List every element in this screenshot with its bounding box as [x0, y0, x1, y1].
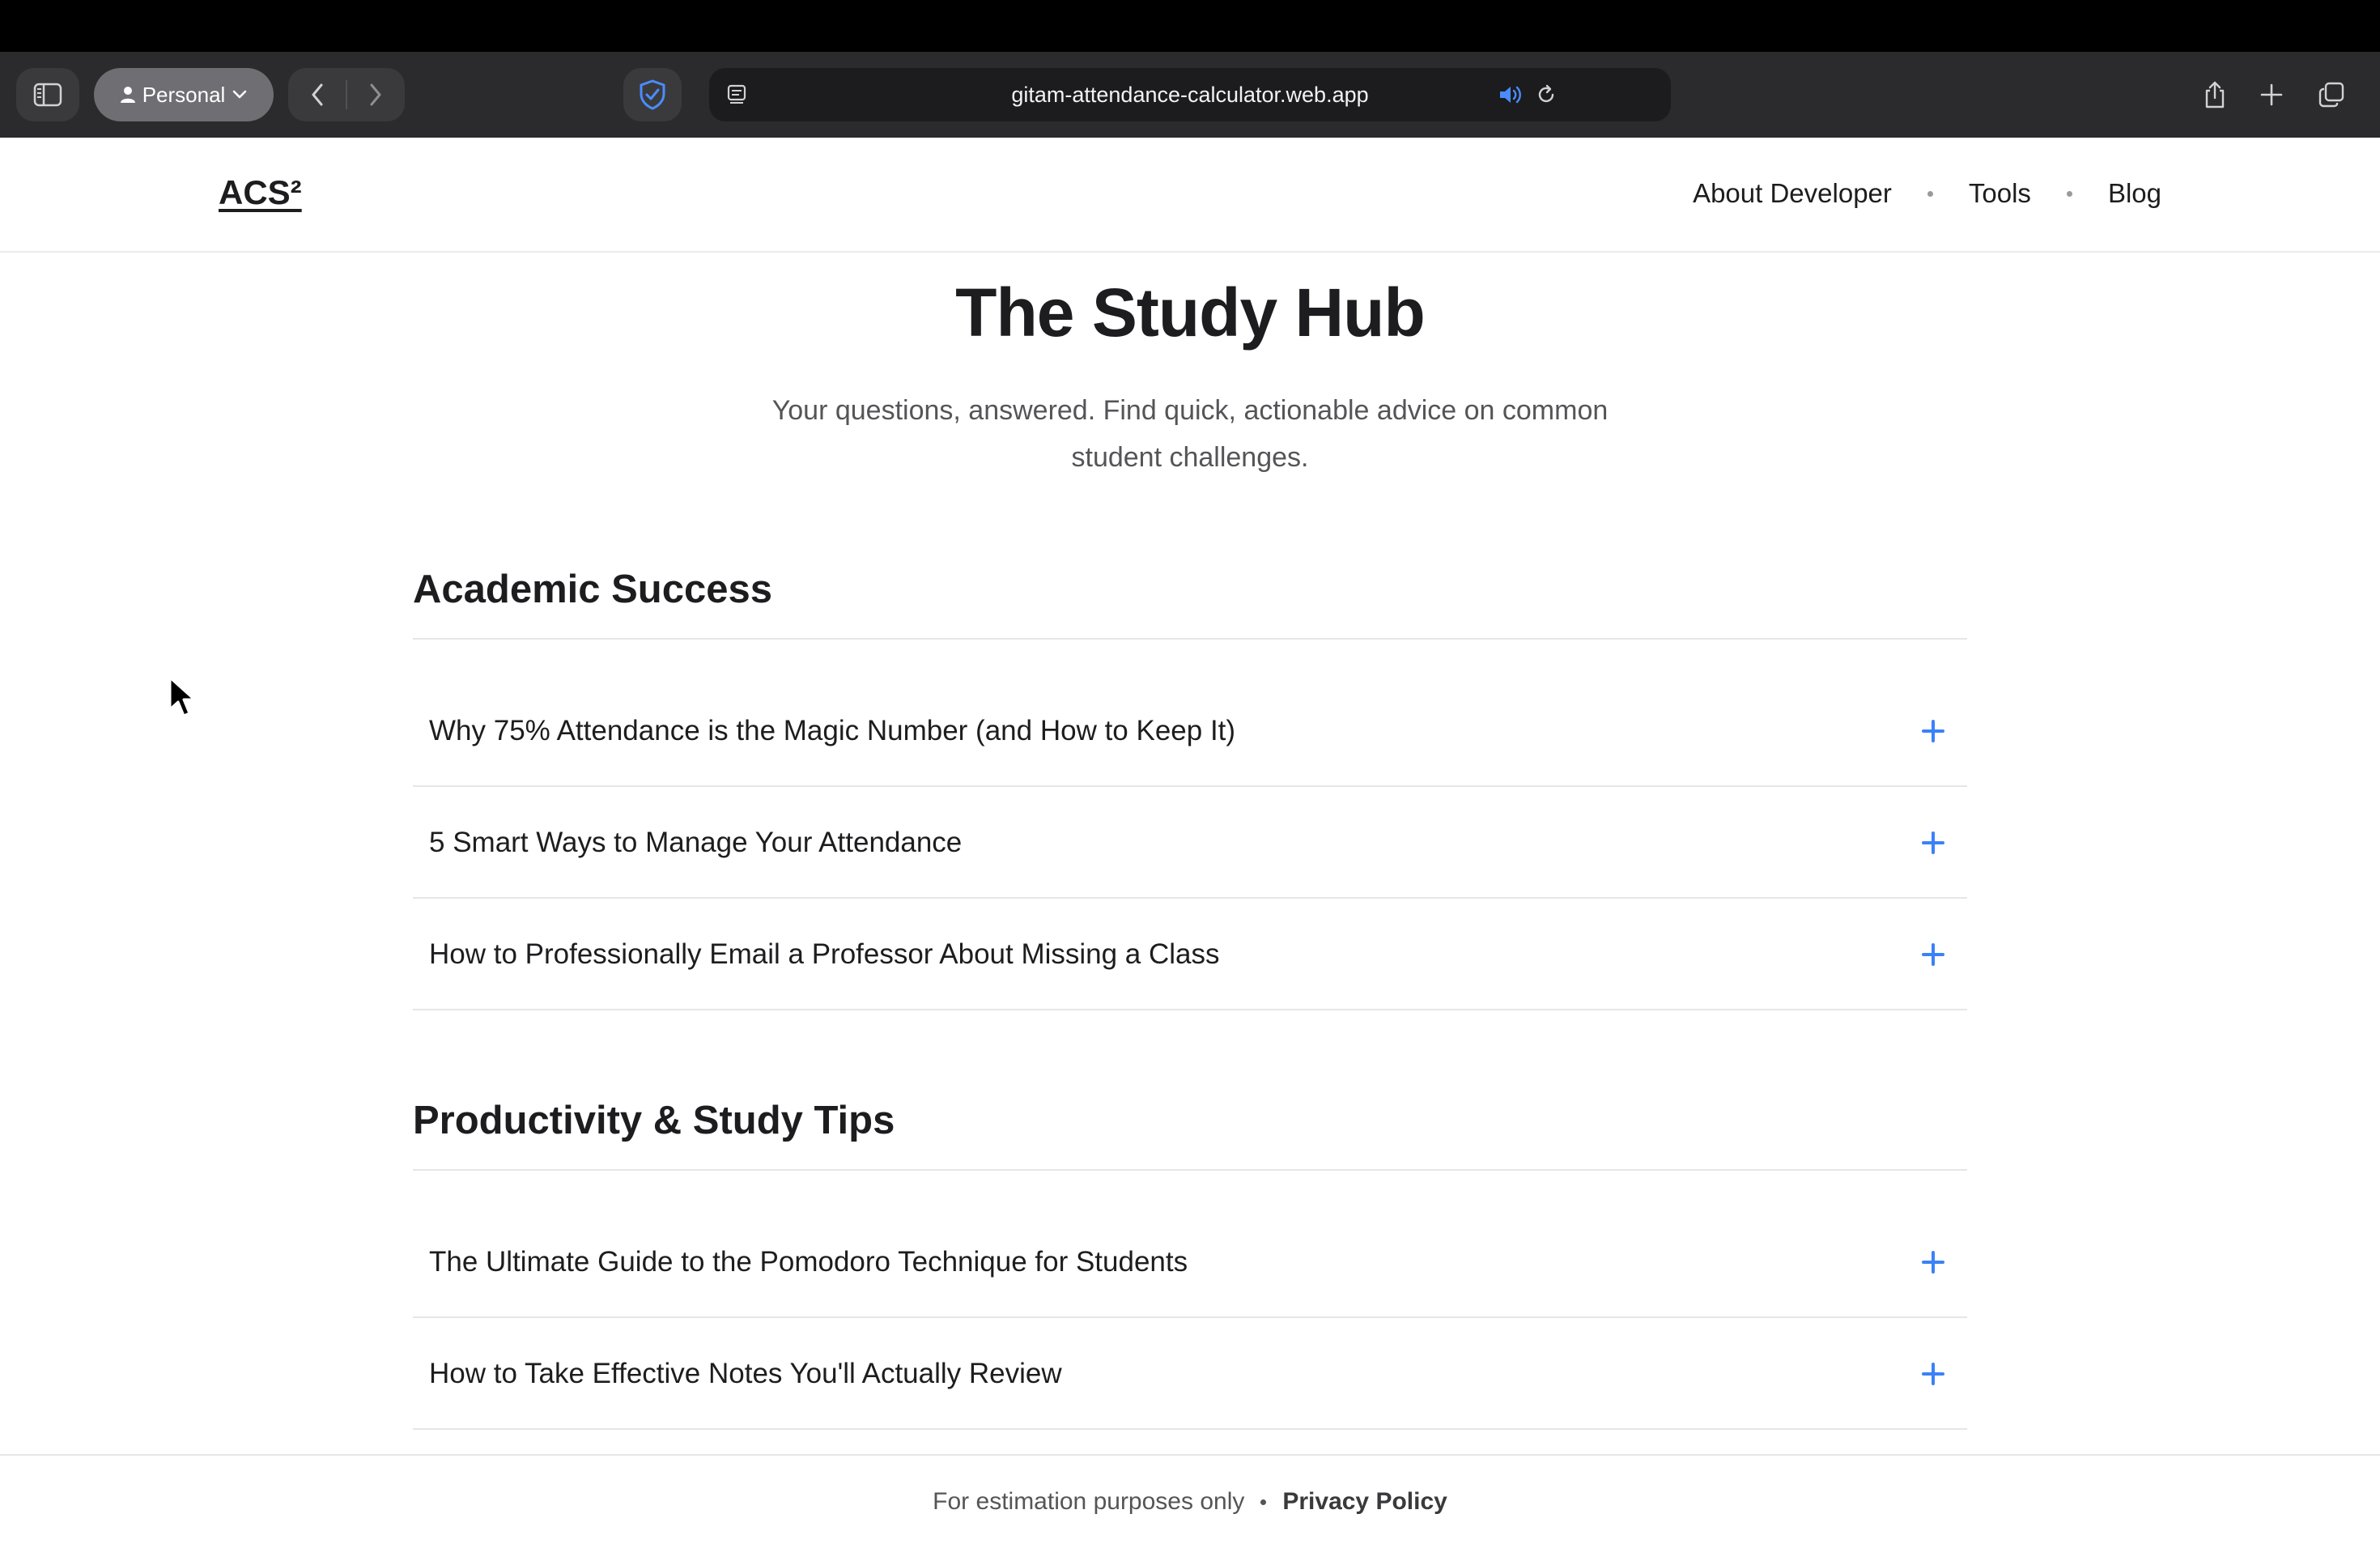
share-button[interactable]	[2191, 68, 2239, 121]
faq-question: The Ultimate Guide to the Pomodoro Techn…	[429, 1246, 1188, 1278]
footer-separator-dot	[1260, 1499, 1267, 1505]
sidebar-icon	[33, 83, 62, 107]
new-tab-icon	[2259, 83, 2284, 107]
profile-button[interactable]: Personal	[94, 68, 274, 121]
shield-icon	[639, 79, 666, 110]
faq-item[interactable]: 5 Smart Ways to Manage Your Attendance	[413, 787, 1967, 899]
faq-item[interactable]: Why 75% Attendance is the Magic Number (…	[413, 675, 1967, 787]
site-logo[interactable]: ACS²	[219, 173, 302, 212]
faq-item[interactable]: How to Take Effective Notes You'll Actua…	[413, 1318, 1967, 1430]
nav-separator-dot	[2066, 190, 2072, 197]
system-top-bar	[0, 0, 2380, 52]
sidebar-toggle-button[interactable]	[16, 68, 79, 121]
nav-separator-dot	[1927, 190, 1933, 197]
page-subtitle-line-1: Your questions, answered. Find quick, ac…	[771, 395, 1609, 426]
share-icon	[2203, 80, 2227, 109]
audio-icon[interactable]	[1496, 82, 1525, 108]
back-button[interactable]	[288, 68, 346, 121]
new-tab-button[interactable]	[2247, 68, 2296, 121]
privacy-shield-button[interactable]	[623, 68, 682, 121]
site-header: ACS² About Developer Tools Blog	[0, 138, 2380, 253]
page-subtitle-line-2: student challenges.	[1071, 442, 1309, 473]
footer-disclaimer: For estimation purposes only	[933, 1488, 1245, 1515]
person-icon	[120, 86, 136, 104]
section-title-productivity: Productivity & Study Tips	[413, 1098, 1967, 1171]
page-subtitle: Your questions, answered. Find quick, ac…	[729, 387, 1651, 481]
section-title-academic-success: Academic Success	[413, 567, 1967, 640]
faq-question: Why 75% Attendance is the Magic Number (…	[429, 715, 1236, 746]
history-nav-group	[288, 68, 405, 121]
faq-question: 5 Smart Ways to Manage Your Attendance	[429, 827, 963, 858]
nav-blog[interactable]: Blog	[2108, 178, 2161, 209]
nav-tools[interactable]: Tools	[1969, 178, 2031, 209]
plus-icon	[1922, 831, 1944, 854]
tab-overview-icon	[2318, 81, 2345, 108]
page-title: The Study Hub	[955, 274, 1426, 351]
plus-icon	[1922, 1251, 1944, 1274]
forward-icon	[368, 83, 383, 107]
faq-item[interactable]: How to Professionally Email a Professor …	[413, 899, 1967, 1010]
mouse-cursor-icon	[168, 676, 196, 717]
reload-icon[interactable]	[1532, 82, 1561, 108]
faq-question: How to Professionally Email a Professor …	[429, 938, 1220, 970]
forward-button[interactable]	[347, 68, 405, 121]
profile-label: Personal	[142, 82, 226, 107]
site-footer: For estimation purposes only Privacy Pol…	[0, 1454, 2380, 1548]
plus-icon	[1922, 943, 1944, 966]
privacy-policy-link[interactable]: Privacy Policy	[1282, 1488, 1447, 1516]
address-bar[interactable]: gitam-attendance-calculator.web.app	[709, 68, 1671, 121]
back-icon	[310, 83, 325, 107]
nav-about-developer[interactable]: About Developer	[1693, 178, 1892, 209]
faq-question: How to Take Effective Notes You'll Actua…	[429, 1358, 1062, 1389]
browser-toolbar: Personal gitam-attendance-calculator.web…	[0, 52, 2380, 138]
plus-icon	[1922, 720, 1944, 742]
chevron-down-icon	[232, 89, 248, 100]
url-text[interactable]: gitam-attendance-calculator.web.app	[709, 68, 1671, 121]
tab-overview-button[interactable]	[2306, 68, 2357, 121]
site-nav: About Developer Tools Blog	[1693, 178, 2161, 209]
plus-icon	[1922, 1363, 1944, 1385]
faq-item[interactable]: The Ultimate Guide to the Pomodoro Techn…	[413, 1206, 1967, 1318]
